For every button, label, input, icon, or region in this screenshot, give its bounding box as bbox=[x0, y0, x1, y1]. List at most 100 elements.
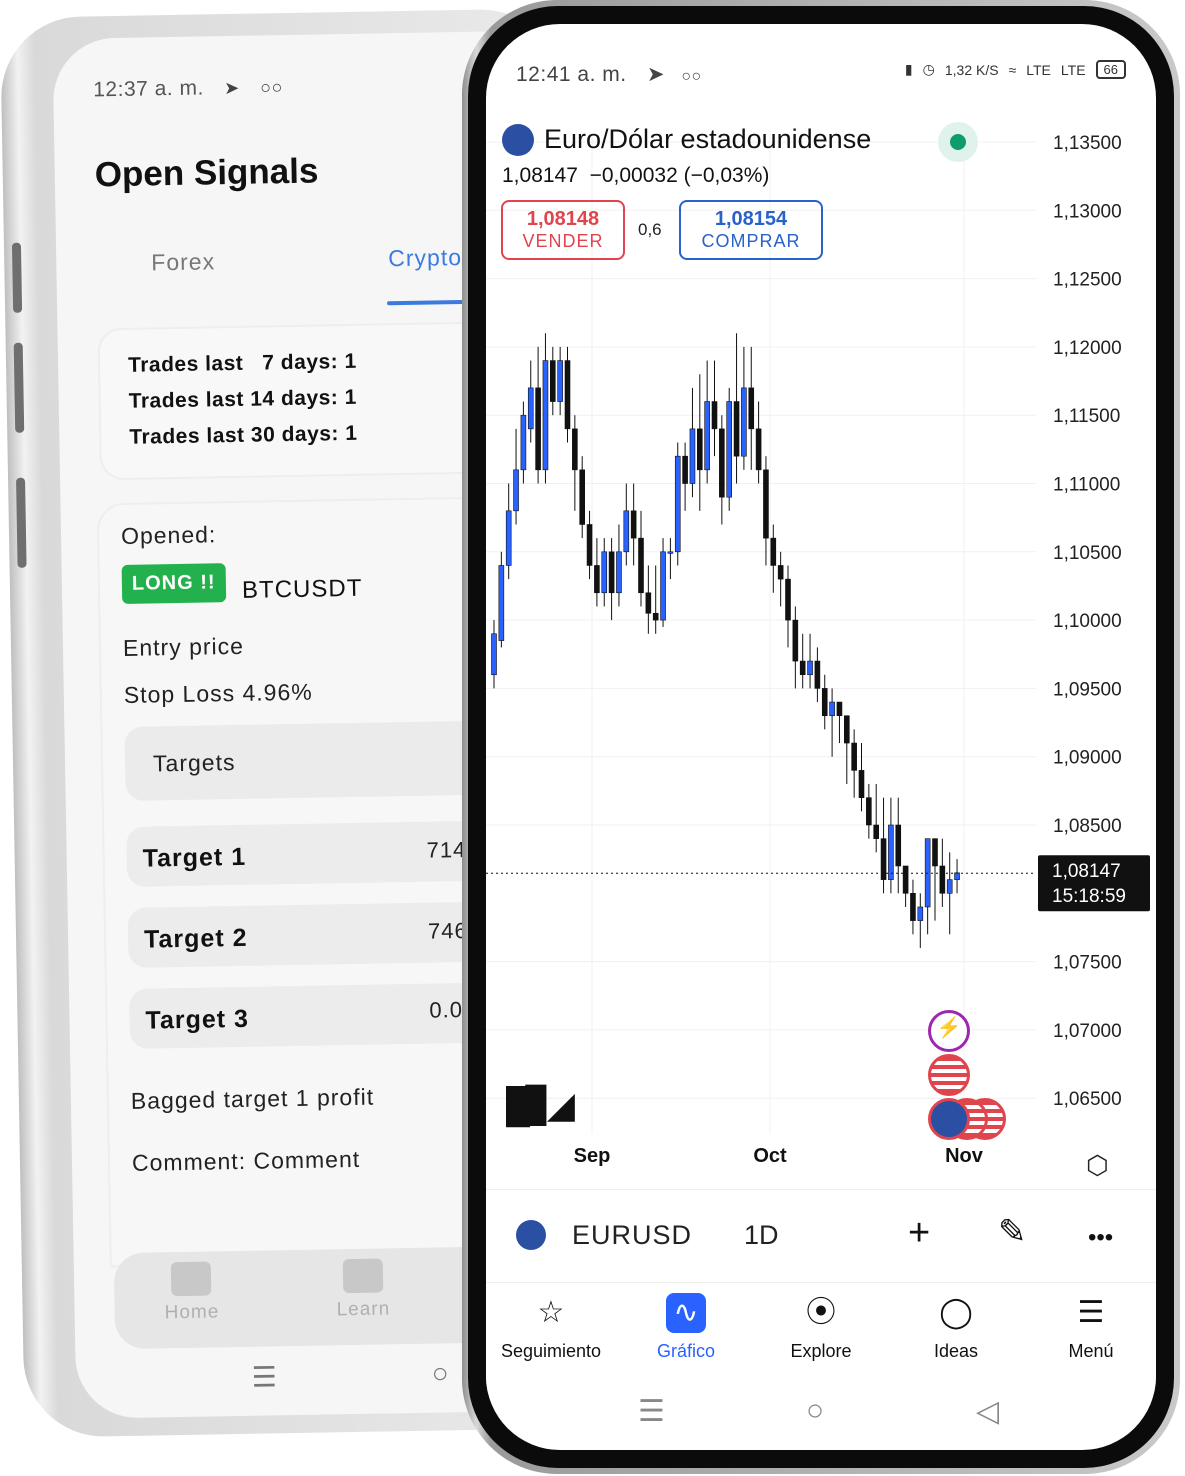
candle-body bbox=[939, 865, 946, 894]
back-icon[interactable]: ◁ bbox=[976, 1394, 999, 1429]
recents-icon[interactable]: ☰ bbox=[251, 1360, 277, 1393]
y-tick-label: 1,13500 bbox=[1053, 133, 1122, 154]
buy-button[interactable]: 1,08154 COMPRAR bbox=[679, 200, 823, 260]
nav-menu[interactable]: ☰ Menú bbox=[1026, 1293, 1156, 1362]
more-icon[interactable]: ••• bbox=[1088, 1224, 1113, 1252]
target-value: 0.0 bbox=[429, 997, 464, 1023]
sell-button[interactable]: 1,08148 VENDER bbox=[501, 200, 625, 260]
lte-signal-2: LTE bbox=[1060, 61, 1086, 78]
y-tick-label: 1,11000 bbox=[1053, 475, 1120, 496]
candle-body bbox=[711, 401, 718, 430]
add-icon[interactable]: + bbox=[908, 1212, 930, 1255]
candle-body bbox=[550, 360, 556, 402]
pen-icon[interactable]: ✎ bbox=[998, 1212, 1027, 1252]
nav-learn-label: Learn bbox=[336, 1298, 391, 1321]
price-line: 1,08147 −0,00032 (−0,03%) bbox=[502, 164, 769, 188]
countdown-label: 15:18:59 bbox=[1052, 886, 1126, 907]
candle-body bbox=[917, 906, 924, 921]
candle-body bbox=[697, 428, 703, 471]
candle-body bbox=[858, 770, 865, 798]
home-circle-icon[interactable]: ○ bbox=[806, 1394, 824, 1428]
candle-body bbox=[638, 537, 644, 594]
interval-selector[interactable]: 1D bbox=[744, 1220, 779, 1251]
buy-price: 1,08154 bbox=[714, 208, 788, 230]
candle-body bbox=[866, 797, 872, 826]
front-phone: 1,13500 1,13000 1,12500 1,12000 1,11500 1,110… bbox=[462, 0, 1180, 1474]
candle-body bbox=[821, 688, 828, 717]
y-tick-label: 1,10000 bbox=[1053, 611, 1122, 632]
candle-body bbox=[748, 387, 755, 430]
price-chart[interactable]: 1,13500 1,13000 1,12500 1,12000 1,11500 1,110… bbox=[486, 24, 1156, 1189]
nav-ideas[interactable]: ◯ Ideas bbox=[891, 1293, 1021, 1362]
nav-seguimiento[interactable]: ☆ Seguimiento bbox=[486, 1293, 616, 1362]
nav-learn[interactable]: Learn bbox=[336, 1258, 391, 1321]
volume-button bbox=[11, 242, 23, 313]
candle-body bbox=[733, 401, 740, 457]
entry-price-label: Entry price bbox=[122, 632, 245, 661]
candle-body bbox=[910, 892, 916, 921]
candle-body bbox=[851, 742, 857, 771]
candle-body bbox=[829, 701, 835, 717]
tab-crypto[interactable]: Crypto bbox=[388, 244, 462, 272]
status-time: 12:37 a. m. bbox=[93, 76, 205, 102]
candle-body bbox=[579, 469, 585, 525]
candle-body bbox=[873, 824, 880, 839]
candle-body bbox=[520, 414, 527, 471]
system-nav: ☰ ○ ◁ bbox=[486, 1394, 1156, 1434]
bulb-icon: ◯ bbox=[939, 1296, 973, 1329]
opened-label: Opened: bbox=[120, 521, 217, 549]
symbol-selector[interactable]: EURUSD bbox=[572, 1220, 692, 1251]
candle-body bbox=[755, 428, 762, 471]
symbol-title[interactable]: Euro/Dólar estadounidense bbox=[544, 124, 871, 155]
chart-toolbar: EURUSD 1D + ✎ ••• bbox=[486, 1189, 1156, 1282]
y-tick-label: 1,12000 bbox=[1053, 338, 1122, 359]
battery-icon: 66 bbox=[1095, 60, 1126, 79]
candle-body bbox=[807, 660, 813, 676]
stat-line-30: Trades last 30 days: 1 bbox=[129, 421, 358, 449]
eu-event-flag-icon[interactable] bbox=[928, 1098, 970, 1140]
y-tick-label: 1,07500 bbox=[1053, 953, 1122, 974]
chart-settings-icon[interactable]: ⬡ bbox=[1086, 1150, 1109, 1181]
menu-icon: ☰ bbox=[1077, 1296, 1105, 1329]
candle-body bbox=[895, 824, 902, 867]
candle-body bbox=[719, 428, 725, 498]
compass-icon: ⦿ bbox=[806, 1296, 836, 1329]
y-tick-label: 1,09000 bbox=[1053, 748, 1122, 769]
nav-label: Ideas bbox=[933, 1341, 979, 1361]
chart-icon: ∿ bbox=[666, 1293, 706, 1333]
nav-label: Seguimiento bbox=[500, 1341, 602, 1361]
tab-forex[interactable]: Forex bbox=[151, 248, 215, 276]
candle-body bbox=[616, 551, 622, 594]
y-tick-label: 1,13000 bbox=[1053, 201, 1122, 222]
y-tick-label: 1,06500 bbox=[1053, 1089, 1122, 1110]
sell-label: VENDER bbox=[522, 231, 604, 251]
market-open-indicator[interactable] bbox=[938, 122, 978, 162]
nav-home[interactable]: Home bbox=[164, 1261, 220, 1324]
nav-explore[interactable]: ⦿ Explore bbox=[756, 1293, 886, 1362]
candle-body bbox=[770, 537, 777, 566]
targets-header-label: Targets bbox=[152, 749, 236, 777]
candle-body bbox=[513, 469, 519, 512]
target-value: 714 bbox=[426, 836, 467, 863]
us-event-flag-icon[interactable] bbox=[928, 1054, 970, 1096]
home-circle-icon[interactable]: ○ bbox=[431, 1357, 448, 1389]
status-icons: ▮ ◷ 1,32 K/S ≈ LTE LTE 66 bbox=[905, 60, 1126, 79]
candle-body bbox=[836, 701, 843, 717]
comment-label: Comment: Comment bbox=[131, 1145, 361, 1176]
target-name: Target 3 bbox=[145, 1004, 250, 1035]
y-tick-label: 1,12500 bbox=[1053, 270, 1122, 291]
x-tick-label: Oct bbox=[753, 1145, 787, 1167]
recents-icon[interactable]: ☰ bbox=[638, 1394, 665, 1429]
candle-body bbox=[888, 824, 894, 880]
long-badge: LONG !! bbox=[121, 563, 226, 604]
star-icon: ☆ bbox=[537, 1296, 565, 1329]
candle-body bbox=[932, 838, 938, 867]
lightning-event-icon[interactable]: ⚡ bbox=[928, 1010, 970, 1052]
candle-body bbox=[660, 551, 666, 621]
x-tick-label: Nov bbox=[945, 1145, 984, 1167]
candle-body bbox=[645, 592, 652, 614]
y-tick-label: 1,10500 bbox=[1053, 543, 1122, 564]
candle-body bbox=[630, 510, 637, 539]
nav-grafico[interactable]: ∿ Gráfico bbox=[621, 1293, 751, 1362]
bottom-nav: ☆ Seguimiento ∿ Gráfico ⦿ Explore ◯ Idea… bbox=[486, 1282, 1156, 1393]
